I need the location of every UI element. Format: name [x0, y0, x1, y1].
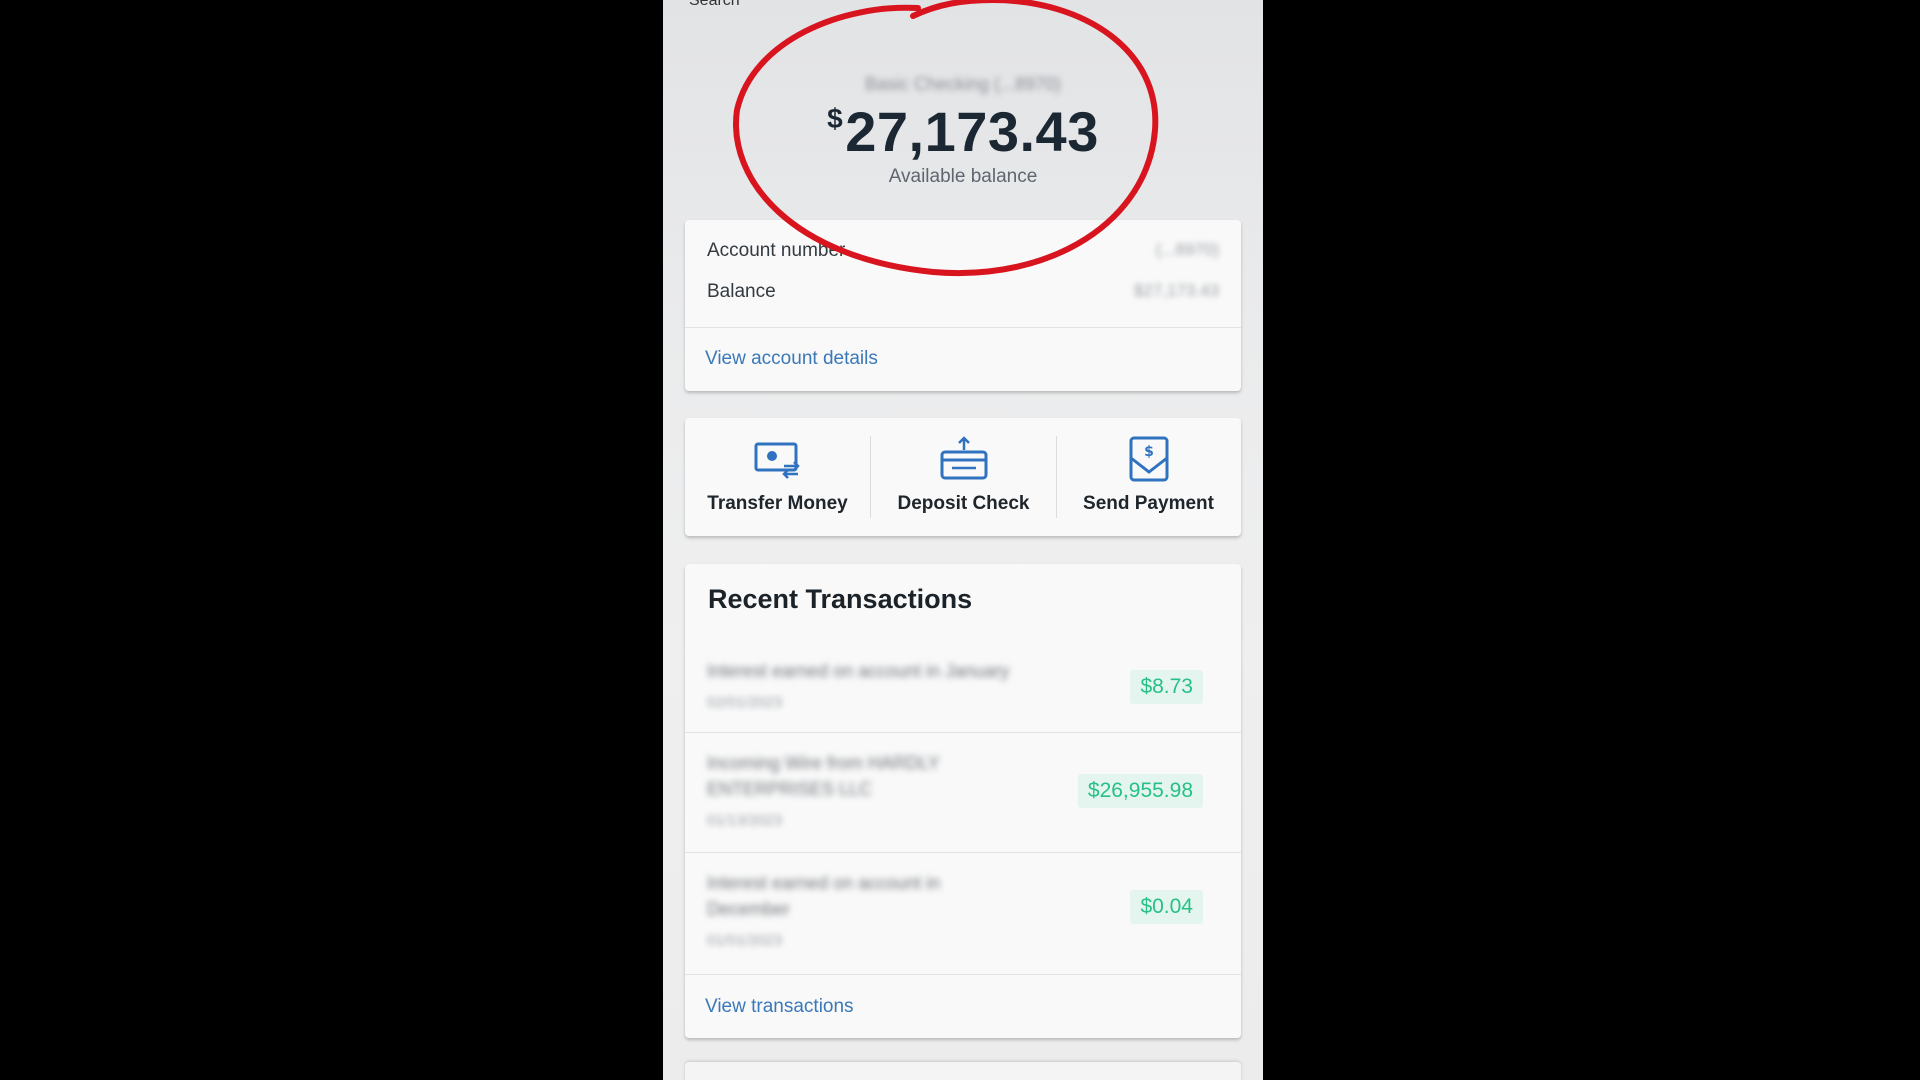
account-number-label: Account number: [707, 240, 846, 261]
balance-header: Basic Checking (...8970) $ 27,173.43 Ava…: [663, 74, 1263, 188]
quick-actions-card: Transfer Money Deposit Check $ Send Paym…: [685, 418, 1241, 536]
transaction-date: 02/01/2023: [707, 694, 783, 711]
balance-amount: $ 27,173.43: [663, 99, 1263, 164]
transaction-amount: $8.73: [1130, 670, 1203, 704]
transaction-amount: $26,955.98: [1077, 774, 1203, 808]
view-account-details-link[interactable]: View account details: [705, 348, 878, 370]
transaction-amount: $0.04: [1130, 890, 1203, 924]
view-transactions-link[interactable]: View transactions: [705, 996, 854, 1018]
deposit-check-label: Deposit Check: [897, 493, 1030, 514]
balance-label: Balance: [707, 281, 776, 302]
transaction-row[interactable]: Interest earned on account in December 0…: [685, 870, 1241, 970]
send-payment-label: Send Payment: [1083, 493, 1214, 514]
transaction-date: 01/13/2023: [707, 812, 783, 829]
transaction-description: Interest earned on account in January: [707, 661, 1010, 681]
transfer-money-label: Transfer Money: [707, 493, 848, 514]
balance-row: Balance $27,173.43: [707, 281, 1219, 303]
currency-symbol: $: [827, 103, 844, 134]
svg-text:$: $: [1144, 444, 1154, 460]
search-label[interactable]: Search: [689, 0, 740, 10]
transfer-money-button[interactable]: Transfer Money: [685, 418, 870, 536]
divider: [685, 974, 1241, 975]
transaction-description: Interest earned on account in December: [707, 873, 941, 919]
account-number-value: (...8970): [1155, 240, 1219, 259]
next-card-peek: [685, 1062, 1241, 1080]
transaction-row[interactable]: Interest earned on account in January 02…: [685, 650, 1241, 750]
send-payment-icon: $: [1129, 436, 1168, 482]
divider: [685, 852, 1241, 853]
divider: [685, 732, 1241, 733]
divider: [685, 327, 1241, 328]
transaction-description: Incoming Wire from HARDLY ENTERPRISES LL…: [707, 753, 940, 799]
phone-screen: Search Basic Checking (...8970) $ 27,173…: [663, 0, 1263, 1080]
balance-row-value: $27,173.43: [1133, 281, 1219, 300]
transaction-row[interactable]: Incoming Wire from HARDLY ENTERPRISES LL…: [685, 750, 1241, 850]
balance-value: 27,173.43: [845, 100, 1099, 163]
deposit-check-icon: [940, 436, 987, 480]
transfer-money-icon: [754, 442, 800, 479]
send-payment-button[interactable]: $ Send Payment: [1056, 418, 1241, 536]
transaction-date: 01/01/2023: [707, 932, 783, 949]
recent-transactions-title: Recent Transactions: [708, 584, 973, 614]
available-balance-caption: Available balance: [888, 166, 1038, 187]
deposit-check-button[interactable]: Deposit Check: [871, 418, 1056, 536]
recent-transactions-card: Recent Transactions Interest earned on a…: [685, 564, 1241, 1038]
account-name: Basic Checking (...8970): [864, 74, 1062, 94]
account-number-row: Account number (...8970): [707, 240, 1219, 262]
account-details-card: Account number (...8970) Balance $27,173…: [685, 220, 1241, 391]
